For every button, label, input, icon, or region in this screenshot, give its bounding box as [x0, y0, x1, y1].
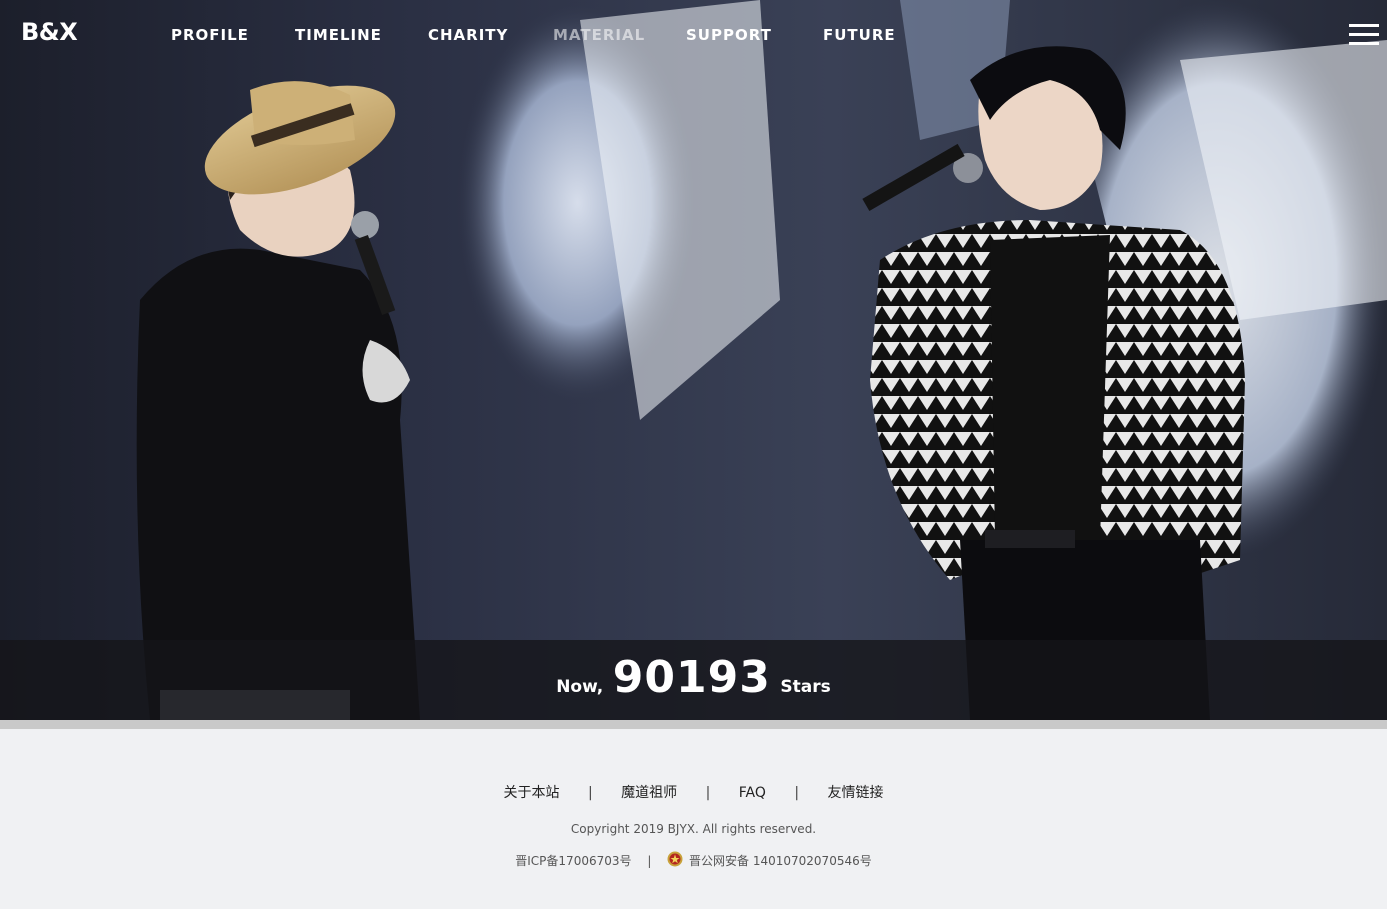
top-navigation: B&X PROFILE TIMELINE CHARITY MATERIAL SU…	[0, 0, 1387, 70]
footer-link-faq[interactable]: FAQ	[739, 785, 766, 801]
counter-prefix: Now,	[556, 677, 604, 697]
police-badge-icon	[667, 851, 683, 867]
footer-links: 关于本站 | 魔道祖师 | FAQ | 友情链接	[0, 782, 1387, 802]
copyright-text: Copyright 2019 BJYX. All rights reserved…	[570, 822, 817, 836]
nav-profile[interactable]: PROFILE	[171, 26, 249, 44]
concert-photo	[0, 0, 1387, 720]
footer-link-about[interactable]: 关于本站	[504, 785, 560, 801]
icp-link[interactable]: 晋ICP备17006703号	[515, 854, 631, 868]
footer-separator: |	[794, 785, 800, 801]
police-registration-link[interactable]: 晋公网安备 14010702070546号	[689, 854, 872, 868]
nav-timeline[interactable]: TIMELINE	[295, 26, 382, 44]
nav-charity[interactable]: CHARITY	[428, 26, 508, 44]
footer-separator: |	[587, 785, 593, 801]
footer-link-mdzs[interactable]: 魔道祖师	[621, 785, 677, 801]
brand-logo[interactable]: B&X	[21, 18, 78, 46]
nav-support[interactable]: SUPPORT	[686, 26, 772, 44]
nav-material[interactable]: MATERIAL	[553, 26, 645, 44]
hamburger-menu-icon[interactable]	[1349, 24, 1379, 46]
page: B&X PROFILE TIMELINE CHARITY MATERIAL SU…	[0, 0, 1387, 909]
star-counter-band: Now, 90193 Stars	[0, 640, 1387, 720]
star-counter: Now, 90193 Stars	[0, 652, 1387, 703]
counter-suffix: Stars	[780, 677, 831, 697]
registration-row: 晋ICP备17006703号 | 晋公网安备 14010702070546号	[0, 851, 1387, 869]
footer-separator: |	[705, 785, 711, 801]
counter-value: 90193	[612, 652, 771, 703]
hero-banner: B&X PROFILE TIMELINE CHARITY MATERIAL SU…	[0, 0, 1387, 720]
footer: 关于本站 | 魔道祖师 | FAQ | 友情链接 Copyright 2019 …	[0, 729, 1387, 909]
footer-link-friends[interactable]: 友情链接	[828, 785, 884, 801]
hero-divider	[0, 720, 1387, 729]
footer-separator: |	[647, 854, 652, 868]
nav-future[interactable]: FUTURE	[823, 26, 896, 44]
